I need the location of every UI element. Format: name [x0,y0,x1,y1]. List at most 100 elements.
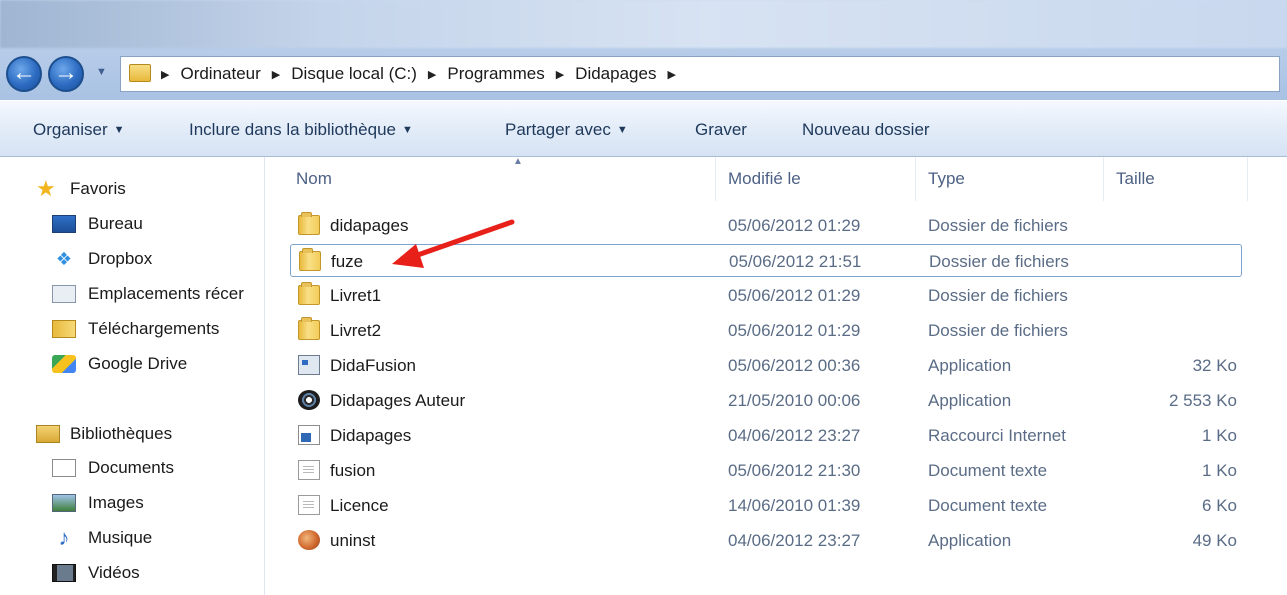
file-type: Application [928,356,1012,375]
forward-arrow-icon[interactable]: → [48,56,84,92]
file-modified-date: 05/06/2012 21:30 [728,461,861,480]
partager-label: Partager avec [505,120,611,139]
file-type: Dossier de fichiers [929,252,1069,271]
column-header-modifie-le[interactable]: Modifié le [718,157,916,201]
file-name: uninst [330,531,376,550]
nav-musique[interactable]: ♪ Musique [52,524,153,552]
organiser-button[interactable]: Organiser ▼ [33,120,125,140]
file-type: Application [928,391,1012,410]
file-row[interactable]: Livret2 05/06/2012 01:29 Dossier de fichie… [290,314,1242,347]
file-size: 49 Ko [1192,531,1237,550]
uninstaller-icon [298,530,320,550]
nav-documents-label: Documents [88,458,174,477]
file-size: 1 Ko [1202,461,1237,480]
nav-google-drive[interactable]: Google Drive [52,350,187,378]
command-bar: Organiser ▼ Inclure dans la bibliothèque ▼… [0,100,1287,157]
file-row[interactable]: Didapages 04/06/2012 23:27 Raccourci Inter… [290,419,1242,452]
file-row[interactable]: fuze 05/06/2012 21:51 Dossier de fichiers [290,244,1242,277]
window-titlebar: ← → ▼ ▶ Ordinateur ▶ Disque local (C:) ▶… [0,0,1287,100]
file-type: Document texte [928,461,1048,480]
folder-icon [129,64,151,82]
column-header-nom-label: Nom [296,169,332,188]
file-name: Didapages Auteur [330,391,466,410]
file-modified-date: 05/06/2012 21:51 [729,252,862,271]
nav-documents[interactable]: Documents [52,454,174,482]
breadcrumb-separator-icon[interactable]: ▶ [428,68,436,81]
breadcrumb-ordinateur[interactable]: Ordinateur [180,64,260,84]
file-row[interactable]: fusion 05/06/2012 21:30 Document texte 1 Ko [290,454,1242,487]
file-name: DidaFusion [330,356,416,375]
breadcrumb-separator-icon[interactable]: ▶ [272,68,280,81]
nav-images[interactable]: Images [52,489,144,517]
file-row[interactable]: didapages 05/06/2012 01:29 Dossier de fich… [290,209,1242,242]
nav-bureau-label: Bureau [88,214,143,233]
address-bar[interactable]: ▶ Ordinateur ▶ Disque local (C:) ▶ Progr… [120,56,1280,92]
file-modified-date: 05/06/2012 01:29 [728,286,861,305]
nav-emplacements-label: Emplacements récer [88,284,244,303]
file-size: 1 Ko [1202,426,1237,445]
film-strip-icon [52,564,76,582]
images-icon [52,494,76,512]
file-type: Application [928,531,1012,550]
file-row[interactable]: uninst 04/06/2012 23:27 Application 49 Ko [290,524,1242,557]
nav-emplacements-recents[interactable]: Emplacements récer [52,280,244,308]
breadcrumb-separator-icon[interactable]: ▶ [161,68,169,81]
file-size: 32 Ko [1192,356,1237,375]
text-document-icon [298,495,320,515]
column-header-nom[interactable]: Nom ▲ [286,156,716,201]
file-list: Nom ▲ Modifié le Type Taille didapages 05… [266,156,1287,595]
file-row[interactable]: DidaFusion 05/06/2012 00:36 Application 32 … [290,349,1242,382]
file-row[interactable]: Licence 14/06/2010 01:39 Document texte 6 K… [290,489,1242,522]
file-type: Dossier de fichiers [928,216,1068,235]
nav-musique-label: Musique [88,528,153,547]
organiser-label: Organiser [33,120,108,139]
nav-google-drive-label: Google Drive [88,354,188,373]
file-row[interactable]: Livret1 05/06/2012 01:29 Dossier de fichie… [290,279,1242,312]
file-name: fuze [331,252,364,271]
star-icon: ★ [36,176,56,201]
music-note-icon: ♪ [58,525,70,550]
inclure-bibliotheque-button[interactable]: Inclure dans la bibliothèque ▼ [189,120,413,140]
sort-ascending-icon: ▲ [513,156,523,167]
libraries-icon [36,425,60,443]
documents-icon [52,459,76,477]
file-modified-date: 05/06/2012 01:29 [728,321,861,340]
column-header-taille[interactable]: Taille [1106,157,1248,201]
internet-shortcut-icon [298,425,320,445]
nav-videos[interactable]: Vidéos [52,559,140,587]
file-size: 6 Ko [1202,496,1237,515]
downloads-icon [52,320,76,338]
breadcrumb-didapages[interactable]: Didapages [575,64,656,84]
partager-avec-button[interactable]: Partager avec ▼ [505,120,628,140]
desktop-icon [52,215,76,233]
file-modified-date: 05/06/2012 00:36 [728,356,861,375]
breadcrumb-disque-local[interactable]: Disque local (C:) [291,64,417,84]
recent-pages-dropdown-icon[interactable]: ▼ [96,66,110,80]
file-modified-date: 04/06/2012 23:27 [728,426,861,445]
nav-bureau[interactable]: Bureau [52,210,143,238]
nav-bibliotheques[interactable]: Bibliothèques [36,420,172,448]
navigation-pane: ★ Favoris Bureau ❖ Dropbox Emplacements … [0,157,265,595]
nav-images-label: Images [88,493,144,512]
file-size: 2 553 Ko [1168,391,1237,410]
file-modified-date: 14/06/2010 01:39 [728,496,861,515]
nav-favoris[interactable]: ★ Favoris [36,175,126,203]
file-row[interactable]: Didapages Auteur 21/05/2010 00:06 Applicat… [290,384,1242,417]
file-name: didapages [330,216,409,235]
breadcrumb-separator-icon[interactable]: ▶ [556,68,564,81]
column-header-type[interactable]: Type [918,157,1104,201]
graver-button[interactable]: Graver [695,120,747,140]
file-name: Livret2 [330,321,382,340]
breadcrumb-separator-icon[interactable]: ▶ [667,68,675,81]
file-name: Livret1 [330,286,382,305]
breadcrumb-programmes[interactable]: Programmes [447,64,544,84]
back-arrow-icon[interactable]: ← [6,56,42,92]
chevron-down-icon: ▼ [401,124,413,136]
file-type: Document texte [928,496,1048,515]
nav-bibliotheques-label: Bibliothèques [70,424,173,443]
nouveau-dossier-button[interactable]: Nouveau dossier [802,120,930,140]
nav-dropbox[interactable]: ❖ Dropbox [52,245,152,273]
file-name: Licence [330,496,389,515]
nav-telechargements[interactable]: Téléchargements [52,315,219,343]
folder-icon [298,282,320,305]
